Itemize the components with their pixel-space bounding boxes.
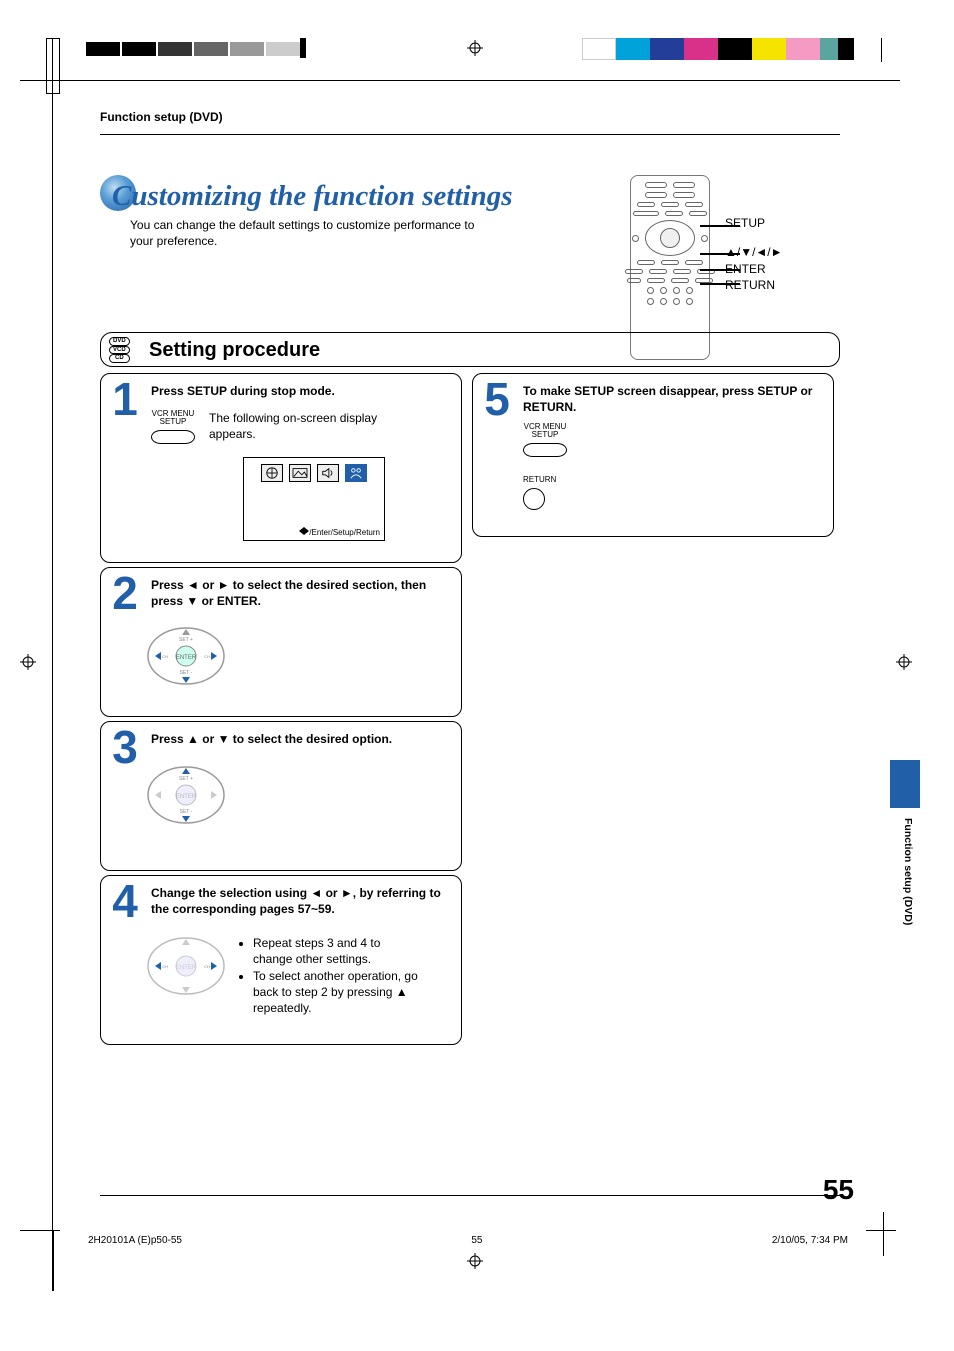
svg-text:CH: CH [204, 964, 210, 969]
procedure-title: Setting procedure [149, 339, 829, 362]
step-3: 3 Press ▲ or ▼ to select the desired opt… [100, 721, 462, 871]
dpad-icon: ENTER SET + SET - CH CH [143, 619, 229, 693]
svg-text:SET +: SET + [179, 776, 193, 782]
dpad-icon: ENTER SET + SET - [143, 758, 229, 832]
page-title: Customizing the function settings [112, 180, 512, 213]
disc-badge: VCD [109, 346, 130, 355]
setup-button-icon [151, 430, 195, 444]
disc-badge: DVD [109, 337, 130, 346]
step-head: Press SETUP during stop mode. [151, 384, 449, 400]
section-breadcrumb: Function setup (DVD) [100, 110, 840, 124]
divider [100, 134, 840, 135]
page-number: 55 [823, 1174, 854, 1206]
side-tab-label: Function setup (DVD) [902, 818, 914, 925]
footer-meta: 2H20101A (E)p50-55 55 2/10/05, 7:34 PM [88, 1235, 848, 1246]
remote-label-arrows: ▲/▼/◄/► [725, 244, 783, 261]
onscreen-display: /Enter/Setup/Return [243, 457, 385, 541]
remote-label-return: RETURN [725, 277, 783, 294]
remote-label-enter: ENTER [725, 261, 783, 278]
button-label: SETUP [151, 418, 195, 426]
trim-guide [20, 1230, 60, 1232]
setup-button-icon [523, 443, 567, 457]
trim-guide [883, 1212, 885, 1256]
side-tab-bg [890, 760, 920, 808]
screen-footer-text: /Enter/Setup/Return [309, 528, 380, 537]
remote-label-setup: SETUP [725, 215, 783, 232]
disc-badges: DVD VCD CD [109, 337, 130, 363]
screen-tab-pic-icon [289, 464, 311, 482]
button-label: RETURN [523, 476, 821, 484]
step-head: Change the selection using ◄ or ►, by re… [151, 886, 449, 917]
svg-text:SET -: SET - [180, 670, 193, 676]
step-number: 5 [479, 372, 515, 426]
svg-text:CH: CH [162, 964, 168, 969]
screen-tab-lang-icon [261, 464, 283, 482]
procedure-header: DVD VCD CD Setting procedure [100, 332, 840, 367]
step-head: Press ◄ or ► to select the desired secti… [151, 578, 449, 609]
trim-guide [52, 38, 53, 1258]
page-description: You can change the default settings to c… [130, 217, 490, 249]
step-head: Press ▲ or ▼ to select the desired optio… [151, 732, 449, 748]
trim-guide [52, 1231, 54, 1291]
step-head: To make SETUP screen disappear, press SE… [523, 384, 821, 415]
registration-mark-icon [467, 1253, 483, 1269]
button-label: SETUP [523, 431, 567, 439]
step-number: 3 [107, 720, 143, 774]
trim-guide [866, 1230, 896, 1232]
step-body: The following on-screen display appears. [209, 410, 379, 442]
screen-tab-audio-icon [317, 464, 339, 482]
screen-tab-parental-icon [345, 464, 367, 482]
step-2: 2 Press ◄ or ► to select the desired sec… [100, 567, 462, 717]
step-4: 4 Change the selection using ◄ or ►, by … [100, 875, 462, 1045]
svg-text:ENTER: ENTER [176, 965, 197, 971]
registration-mark-icon [467, 40, 483, 56]
trim-guide [46, 38, 60, 94]
disc-badge: CD [109, 354, 130, 363]
svg-text:SET +: SET + [179, 637, 193, 643]
svg-text:CH: CH [162, 654, 168, 659]
return-button-icon [523, 488, 545, 510]
svg-text:CH: CH [204, 654, 210, 659]
svg-text:ENTER: ENTER [176, 794, 197, 800]
svg-text:SET -: SET - [180, 809, 193, 815]
step-number: 1 [107, 372, 143, 426]
step-note: Repeat steps 3 and 4 to change other set… [253, 935, 419, 967]
footer-rule [100, 1195, 840, 1196]
footer-page: 55 [471, 1235, 482, 1246]
registration-mark-icon [20, 654, 36, 670]
step-5: 5 To make SETUP screen disappear, press … [472, 373, 834, 537]
trim-guide [881, 38, 882, 62]
registration-mark-icon [896, 654, 912, 670]
footer-doc-id: 2H20101A (E)p50-55 [88, 1235, 182, 1246]
step-number: 2 [107, 566, 143, 620]
trim-guide [20, 80, 900, 81]
procedure-section: DVD VCD CD Setting procedure 1 Press SET… [100, 332, 840, 1045]
page-content: Function setup (DVD) Customizing the fun… [100, 110, 840, 365]
footer-timestamp: 2/10/05, 7:34 PM [772, 1235, 848, 1246]
step-number: 4 [107, 874, 143, 928]
dpad-icon: ENTER CH CH [143, 929, 229, 1003]
step-1: 1 Press SETUP during stop mode. VCR MENU… [100, 373, 462, 563]
step-note: To select another operation, go back to … [253, 968, 419, 1017]
svg-text:ENTER: ENTER [176, 655, 197, 661]
